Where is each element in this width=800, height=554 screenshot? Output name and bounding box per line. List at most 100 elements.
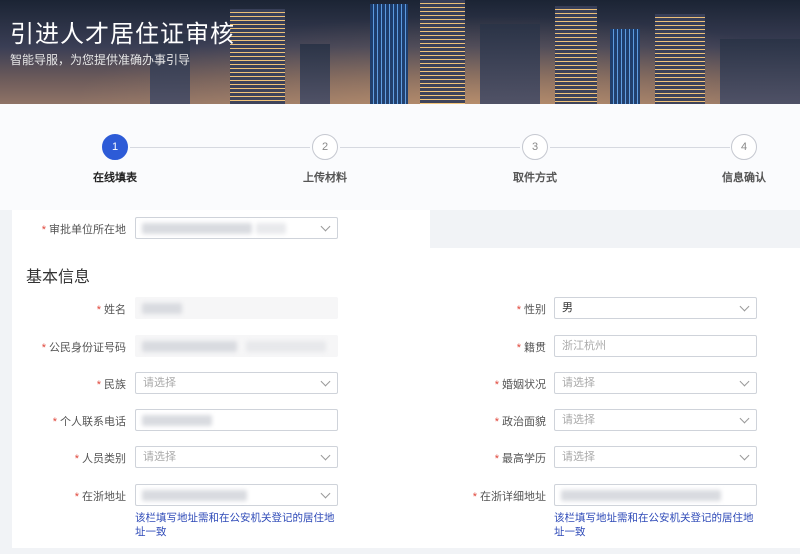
required-mark: *: [41, 224, 46, 236]
gender-value: 男: [562, 302, 573, 314]
zj-address-label: * 在浙地址: [20, 488, 126, 504]
label-text: 在浙详细地址: [480, 491, 546, 503]
zj-detail-address-hint: 该栏填写地址需和在公安机关登记的居住地址一致: [554, 512, 754, 538]
native-place-input[interactable]: 浙江杭州: [554, 335, 757, 357]
banner-building: [720, 39, 800, 104]
political-status-label: * 政治面貌: [440, 413, 546, 429]
education-placeholder: 请选择: [562, 451, 595, 463]
zj-address-hint: 该栏填写地址需和在公安机关登记的居住地址一致: [135, 512, 335, 538]
label-text: 人员类别: [82, 453, 126, 465]
required-mark: *: [472, 491, 477, 503]
marital-status-placeholder: 请选择: [562, 377, 595, 389]
redacted-value: [256, 223, 286, 234]
banner-building: [480, 24, 540, 104]
marital-status-select[interactable]: 请选择: [554, 372, 757, 394]
name-label: * 姓名: [20, 301, 126, 317]
label-text: 最高学历: [502, 453, 546, 465]
approval-unit-select[interactable]: [135, 217, 338, 239]
step-number: 3: [522, 134, 548, 160]
name-field[interactable]: [135, 297, 338, 319]
approval-unit-label: * 审批单位所在地: [20, 221, 126, 237]
education-label: * 最高学历: [440, 450, 546, 466]
political-status-placeholder: 请选择: [562, 414, 595, 426]
label-text: 姓名: [104, 304, 126, 316]
step-label: 在线填表: [93, 172, 137, 184]
person-type-placeholder: 请选择: [143, 451, 176, 463]
label-text: 审批单位所在地: [49, 224, 126, 236]
gender-select[interactable]: 男: [554, 297, 757, 319]
phone-label: * 个人联系电话: [20, 413, 126, 429]
redacted-value: [142, 223, 252, 234]
label-text: 在浙地址: [82, 491, 126, 503]
required-mark: *: [516, 304, 521, 316]
native-place-label: * 籍贯: [440, 339, 546, 355]
chevron-down-icon: [320, 221, 331, 232]
banner-building: [555, 6, 597, 104]
redacted-value: [246, 341, 326, 352]
ethnicity-select[interactable]: 请选择: [135, 372, 338, 394]
label-text: 个人联系电话: [60, 416, 126, 428]
required-mark: *: [41, 342, 46, 354]
chevron-down-icon: [320, 488, 331, 499]
label-text: 政治面貌: [502, 416, 546, 428]
required-mark: *: [494, 416, 499, 428]
education-select[interactable]: 请选择: [554, 446, 757, 468]
zj-detail-address-input[interactable]: [554, 484, 757, 506]
gender-label: * 性别: [440, 301, 546, 317]
id-number-field[interactable]: [135, 335, 338, 357]
step-label: 信息确认: [722, 172, 766, 184]
redacted-value: [142, 490, 247, 501]
banner-building: [420, 0, 465, 104]
ethnicity-placeholder: 请选择: [143, 377, 176, 389]
chevron-down-icon: [739, 376, 750, 387]
phone-input[interactable]: [135, 409, 338, 431]
label-text: 公民身份证号码: [49, 342, 126, 354]
person-type-label: * 人员类别: [20, 450, 126, 466]
step-number: 2: [312, 134, 338, 160]
required-mark: *: [494, 379, 499, 391]
label-text: 籍贯: [524, 342, 546, 354]
zj-detail-address-label: * 在浙详细地址: [440, 488, 546, 504]
page-title: 引进人才居住证审核: [10, 20, 235, 48]
banner-building: [610, 29, 640, 104]
page-banner: 引进人才居住证审核 智能导服，为您提供准确办事引导: [0, 0, 800, 104]
step-4: 4 信息确认: [684, 134, 800, 185]
person-type-select[interactable]: 请选择: [135, 446, 338, 468]
redacted-value: [142, 303, 182, 314]
step-label: 上传材料: [303, 172, 347, 184]
progress-steps: 1 在线填表 2 上传材料 3 取件方式 4 信息确认: [0, 104, 800, 210]
required-mark: *: [516, 342, 521, 354]
label-text: 性别: [524, 304, 546, 316]
step-1: 1 在线填表: [55, 134, 175, 185]
step-2: 2 上传材料: [265, 134, 385, 185]
ethnicity-label: * 民族: [20, 376, 126, 392]
chevron-down-icon: [320, 376, 331, 387]
step-number: 4: [731, 134, 757, 160]
chevron-down-icon: [739, 301, 750, 312]
step-label: 取件方式: [513, 172, 557, 184]
native-place-placeholder: 浙江杭州: [562, 340, 606, 352]
redacted-value: [142, 341, 237, 352]
marital-status-label: * 婚姻状况: [440, 376, 546, 392]
required-mark: *: [52, 416, 57, 428]
redacted-value: [142, 415, 212, 426]
redacted-value: [561, 490, 721, 501]
label-text: 民族: [104, 379, 126, 391]
banner-building: [230, 9, 285, 104]
banner-building: [300, 44, 330, 104]
label-text: 婚姻状况: [502, 379, 546, 391]
required-mark: *: [96, 379, 101, 391]
section-title-basic-info: 基本信息: [26, 269, 91, 286]
step-3: 3 取件方式: [475, 134, 595, 185]
required-mark: *: [494, 453, 499, 465]
banner-building: [655, 14, 705, 104]
political-status-select[interactable]: 请选择: [554, 409, 757, 431]
banner-building: [370, 4, 408, 104]
page-subtitle: 智能导服，为您提供准确办事引导: [10, 53, 191, 67]
required-mark: *: [96, 304, 101, 316]
zj-address-select[interactable]: [135, 484, 338, 506]
id-number-label: * 公民身份证号码: [20, 339, 126, 355]
chevron-down-icon: [739, 413, 750, 424]
chevron-down-icon: [320, 450, 331, 461]
required-mark: *: [74, 491, 79, 503]
